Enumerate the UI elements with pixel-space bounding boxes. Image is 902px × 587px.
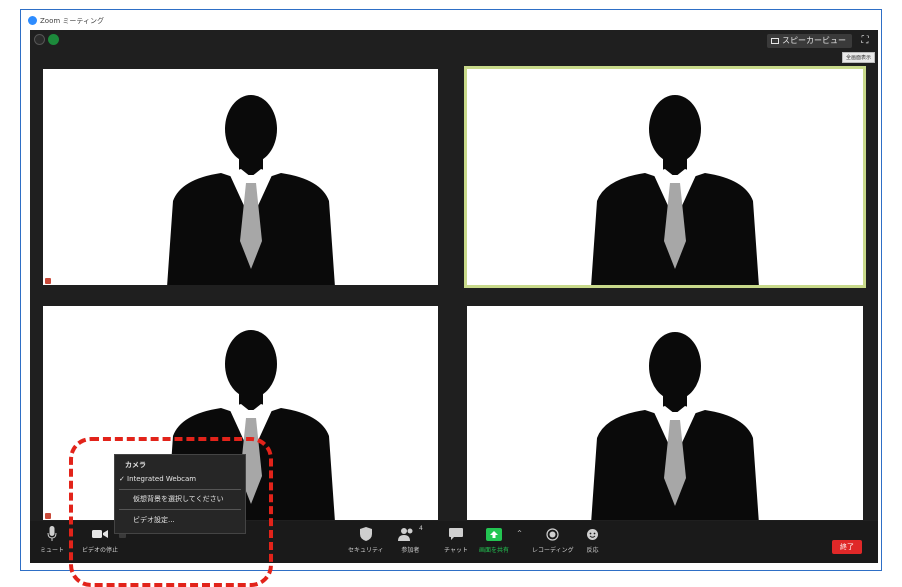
microphone-icon	[47, 525, 57, 543]
record-button[interactable]: レコーディング	[532, 525, 574, 554]
meeting-status-icons	[34, 34, 59, 45]
reactions-label: 反応	[586, 547, 599, 554]
security-button[interactable]: セキュリティ	[348, 525, 384, 554]
participant-tile-4[interactable]	[467, 306, 863, 520]
fullscreen-icon: ⛶	[861, 35, 869, 46]
participant-silhouette-icon	[591, 95, 759, 285]
record-label: レコーディング	[532, 547, 574, 554]
record-icon	[546, 525, 559, 543]
title-bar: Zoom ミーティング	[22, 11, 880, 30]
participants-icon: 4	[398, 525, 423, 543]
smiley-icon	[586, 525, 599, 543]
speaker-view-button[interactable]: スピーカービュー	[767, 34, 852, 48]
share-screen-label: 画面を共有	[479, 547, 510, 554]
participant-silhouette-icon	[591, 332, 759, 520]
window-title: Zoom ミーティング	[40, 17, 104, 25]
participant-tile-2[interactable]	[464, 66, 866, 288]
shield-icon	[359, 525, 372, 543]
participants-label: 参加者	[401, 547, 420, 554]
reactions-button[interactable]: 反応	[586, 525, 599, 554]
mute-button[interactable]: ミュート	[40, 525, 64, 554]
muted-indicator-icon	[45, 513, 51, 519]
participant-silhouette-icon	[167, 95, 335, 285]
muted-indicator-icon	[45, 278, 51, 284]
view-grid-icon	[771, 38, 779, 44]
security-label: セキュリティ	[348, 547, 384, 554]
chat-bubble-icon	[448, 525, 463, 543]
encryption-shield-icon[interactable]	[48, 34, 59, 45]
zoom-logo-icon	[28, 16, 37, 25]
share-screen-button[interactable]: 画面を共有	[479, 525, 509, 554]
annotation-highlight-box	[69, 437, 273, 587]
speaker-view-label: スピーカービュー	[782, 36, 846, 45]
participants-count: 4	[419, 525, 423, 532]
meeting-info-icon[interactable]	[34, 34, 45, 45]
chat-label: チャット	[444, 547, 468, 554]
end-meeting-button[interactable]: 終了	[832, 540, 862, 554]
participants-button[interactable]: 4 参加者	[398, 525, 423, 554]
chat-button[interactable]: チャット	[444, 525, 468, 554]
fullscreen-button[interactable]: ⛶	[858, 34, 872, 48]
share-options-caret[interactable]: ^	[516, 529, 523, 538]
participant-tile-1[interactable]	[43, 69, 438, 285]
share-screen-icon	[486, 525, 502, 543]
fullscreen-tooltip: 全画面表示	[841, 52, 875, 63]
mute-label: ミュート	[40, 547, 65, 554]
